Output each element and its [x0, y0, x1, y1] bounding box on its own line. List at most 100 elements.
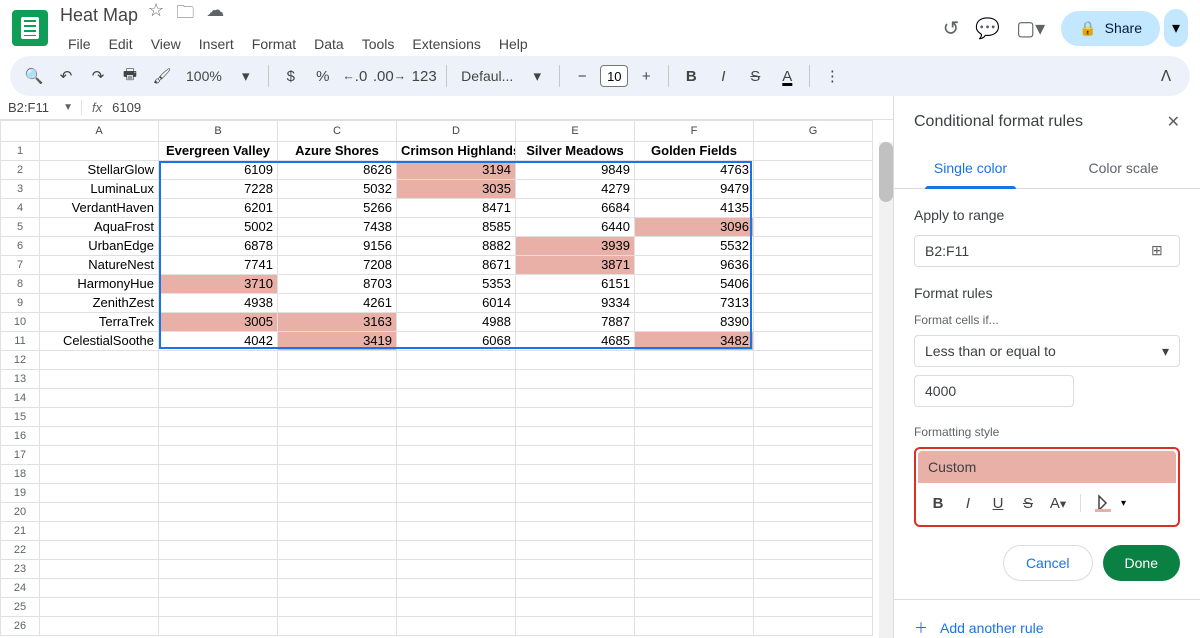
- vertical-scrollbar[interactable]: [879, 142, 893, 638]
- cell[interactable]: 3035: [397, 180, 516, 199]
- undo-button[interactable]: ↶: [52, 62, 80, 90]
- select-all-corner[interactable]: [0, 120, 40, 142]
- cell[interactable]: 4042: [159, 332, 278, 351]
- cell[interactable]: 4938: [159, 294, 278, 313]
- range-input[interactable]: B2:F11 ⊞: [914, 235, 1180, 267]
- cell[interactable]: [754, 332, 873, 351]
- cell[interactable]: [397, 560, 516, 579]
- column-header[interactable]: B: [159, 120, 278, 142]
- cell[interactable]: StellarGlow: [40, 161, 159, 180]
- cell[interactable]: [278, 598, 397, 617]
- paint-format-button[interactable]: 🖌: [148, 62, 176, 90]
- cell[interactable]: 8703: [278, 275, 397, 294]
- cell[interactable]: [516, 446, 635, 465]
- cell[interactable]: [754, 275, 873, 294]
- cell[interactable]: [159, 503, 278, 522]
- star-icon[interactable]: ☆: [148, 0, 164, 30]
- row-header[interactable]: 9: [0, 294, 40, 313]
- cell[interactable]: [40, 389, 159, 408]
- cell[interactable]: [278, 522, 397, 541]
- name-box[interactable]: B2:F11 ▼: [0, 100, 82, 115]
- row-header[interactable]: 8: [0, 275, 40, 294]
- cell[interactable]: [754, 484, 873, 503]
- cell[interactable]: 7438: [278, 218, 397, 237]
- cell[interactable]: [40, 484, 159, 503]
- cell[interactable]: [397, 351, 516, 370]
- cell[interactable]: [754, 313, 873, 332]
- cell[interactable]: [278, 484, 397, 503]
- cell[interactable]: [397, 408, 516, 427]
- cell[interactable]: [397, 484, 516, 503]
- redo-button[interactable]: ↷: [84, 62, 112, 90]
- cell[interactable]: [278, 446, 397, 465]
- cell[interactable]: [159, 389, 278, 408]
- cell[interactable]: [159, 351, 278, 370]
- cell[interactable]: 3096: [635, 218, 754, 237]
- font-size-input[interactable]: [600, 65, 628, 87]
- cell[interactable]: 6440: [516, 218, 635, 237]
- history-icon[interactable]: ↺: [943, 16, 960, 41]
- cell[interactable]: [40, 598, 159, 617]
- cell[interactable]: [516, 503, 635, 522]
- cell[interactable]: [40, 427, 159, 446]
- cell[interactable]: [635, 617, 754, 636]
- cell[interactable]: [159, 427, 278, 446]
- cell[interactable]: [754, 199, 873, 218]
- row-header[interactable]: 3: [0, 180, 40, 199]
- text-color-button[interactable]: A▾: [1046, 491, 1070, 515]
- cell[interactable]: [397, 389, 516, 408]
- cell[interactable]: 4279: [516, 180, 635, 199]
- cell[interactable]: [635, 427, 754, 446]
- cell[interactable]: 8390: [635, 313, 754, 332]
- cell[interactable]: [397, 503, 516, 522]
- row-header[interactable]: 19: [0, 484, 40, 503]
- text-color-button[interactable]: A: [773, 62, 801, 90]
- cell[interactable]: 7208: [278, 256, 397, 275]
- cell[interactable]: Silver Meadows: [516, 142, 635, 161]
- row-header[interactable]: 25: [0, 598, 40, 617]
- menu-insert[interactable]: Insert: [191, 32, 242, 56]
- cell[interactable]: 6878: [159, 237, 278, 256]
- cell[interactable]: [278, 465, 397, 484]
- meet-icon[interactable]: ▢▾: [1016, 16, 1045, 41]
- cell[interactable]: [754, 408, 873, 427]
- chevron-down-icon[interactable]: ▾: [523, 62, 551, 90]
- row-header[interactable]: 15: [0, 408, 40, 427]
- row-header[interactable]: 11: [0, 332, 40, 351]
- cell[interactable]: [635, 522, 754, 541]
- cell[interactable]: 5406: [635, 275, 754, 294]
- cell[interactable]: [40, 579, 159, 598]
- row-header[interactable]: 4: [0, 199, 40, 218]
- formula-bar[interactable]: 6109: [112, 100, 141, 115]
- cell[interactable]: [516, 617, 635, 636]
- row-header[interactable]: 18: [0, 465, 40, 484]
- cell[interactable]: [159, 579, 278, 598]
- cell[interactable]: 3194: [397, 161, 516, 180]
- font-select[interactable]: Defaul...: [455, 68, 519, 84]
- cell[interactable]: [754, 598, 873, 617]
- row-header[interactable]: 13: [0, 370, 40, 389]
- cell[interactable]: [40, 465, 159, 484]
- cell[interactable]: [754, 446, 873, 465]
- cell[interactable]: 9849: [516, 161, 635, 180]
- row-header[interactable]: 24: [0, 579, 40, 598]
- row-header[interactable]: 16: [0, 427, 40, 446]
- cell[interactable]: [159, 617, 278, 636]
- cell[interactable]: [754, 541, 873, 560]
- cell[interactable]: 4135: [635, 199, 754, 218]
- cell[interactable]: [159, 408, 278, 427]
- cell[interactable]: [159, 484, 278, 503]
- share-button[interactable]: 🔒 Share: [1061, 11, 1160, 46]
- cell[interactable]: [40, 446, 159, 465]
- row-header[interactable]: 20: [0, 503, 40, 522]
- cell[interactable]: Azure Shores: [278, 142, 397, 161]
- cell[interactable]: 3939: [516, 237, 635, 256]
- cell[interactable]: [159, 446, 278, 465]
- cell[interactable]: 5002: [159, 218, 278, 237]
- cell[interactable]: [397, 446, 516, 465]
- cell[interactable]: [754, 389, 873, 408]
- row-header[interactable]: 1: [0, 142, 40, 161]
- column-header[interactable]: G: [754, 120, 873, 142]
- cell[interactable]: [159, 370, 278, 389]
- cell[interactable]: 7887: [516, 313, 635, 332]
